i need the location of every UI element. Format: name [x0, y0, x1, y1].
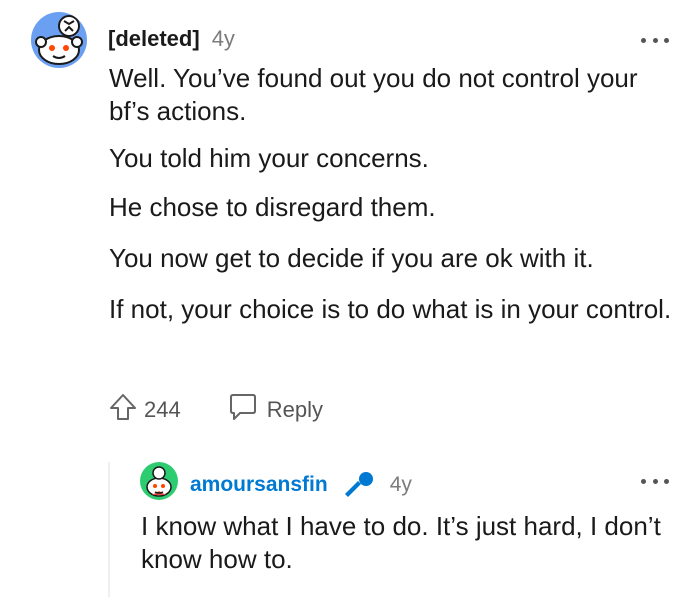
more-options-icon[interactable] — [641, 32, 669, 48]
reply-button[interactable]: Reply — [227, 392, 323, 427]
thread-line[interactable] — [108, 462, 110, 597]
reply-age[interactable]: 4y — [390, 473, 412, 497]
comment-author[interactable]: [deleted] — [108, 26, 200, 52]
reply-author[interactable]: amoursansfin — [190, 473, 328, 497]
comment-meta: [deleted] 4y — [108, 26, 235, 52]
reply-label: Reply — [266, 396, 323, 422]
comment-paragraph: If not, your choice is to do what is in … — [109, 294, 672, 324]
comment-age[interactable]: 4y — [212, 26, 235, 52]
reply-avatar-icon[interactable] — [140, 462, 178, 500]
speech-bubble-icon — [227, 392, 259, 427]
comment-paragraph: You now get to decide if you are ok with… — [109, 243, 594, 273]
upvote-button[interactable]: 244 — [108, 392, 181, 427]
comment-paragraph: Well. You’ve found out you do not contro… — [109, 63, 638, 126]
reply-body: I know what I have to do. It’s just hard… — [141, 510, 671, 576]
vote-count: 244 — [144, 396, 181, 422]
reply-text: I know what I have to do. It’s just hard… — [141, 511, 661, 574]
upvote-arrow-icon[interactable] — [108, 392, 138, 427]
user-avatar-icon[interactable] — [31, 12, 87, 68]
comment-paragraph: He chose to disregard them. — [109, 192, 436, 222]
comment-body: Well. You’ve found out you do not contro… — [109, 62, 684, 340]
more-options-icon[interactable] — [641, 473, 669, 489]
microphone-icon — [342, 470, 376, 500]
reply-meta: amoursansfin 4y — [190, 470, 412, 500]
comment-actions: 244 Reply — [108, 392, 323, 427]
comment-paragraph: You told him your concerns. — [109, 143, 429, 173]
